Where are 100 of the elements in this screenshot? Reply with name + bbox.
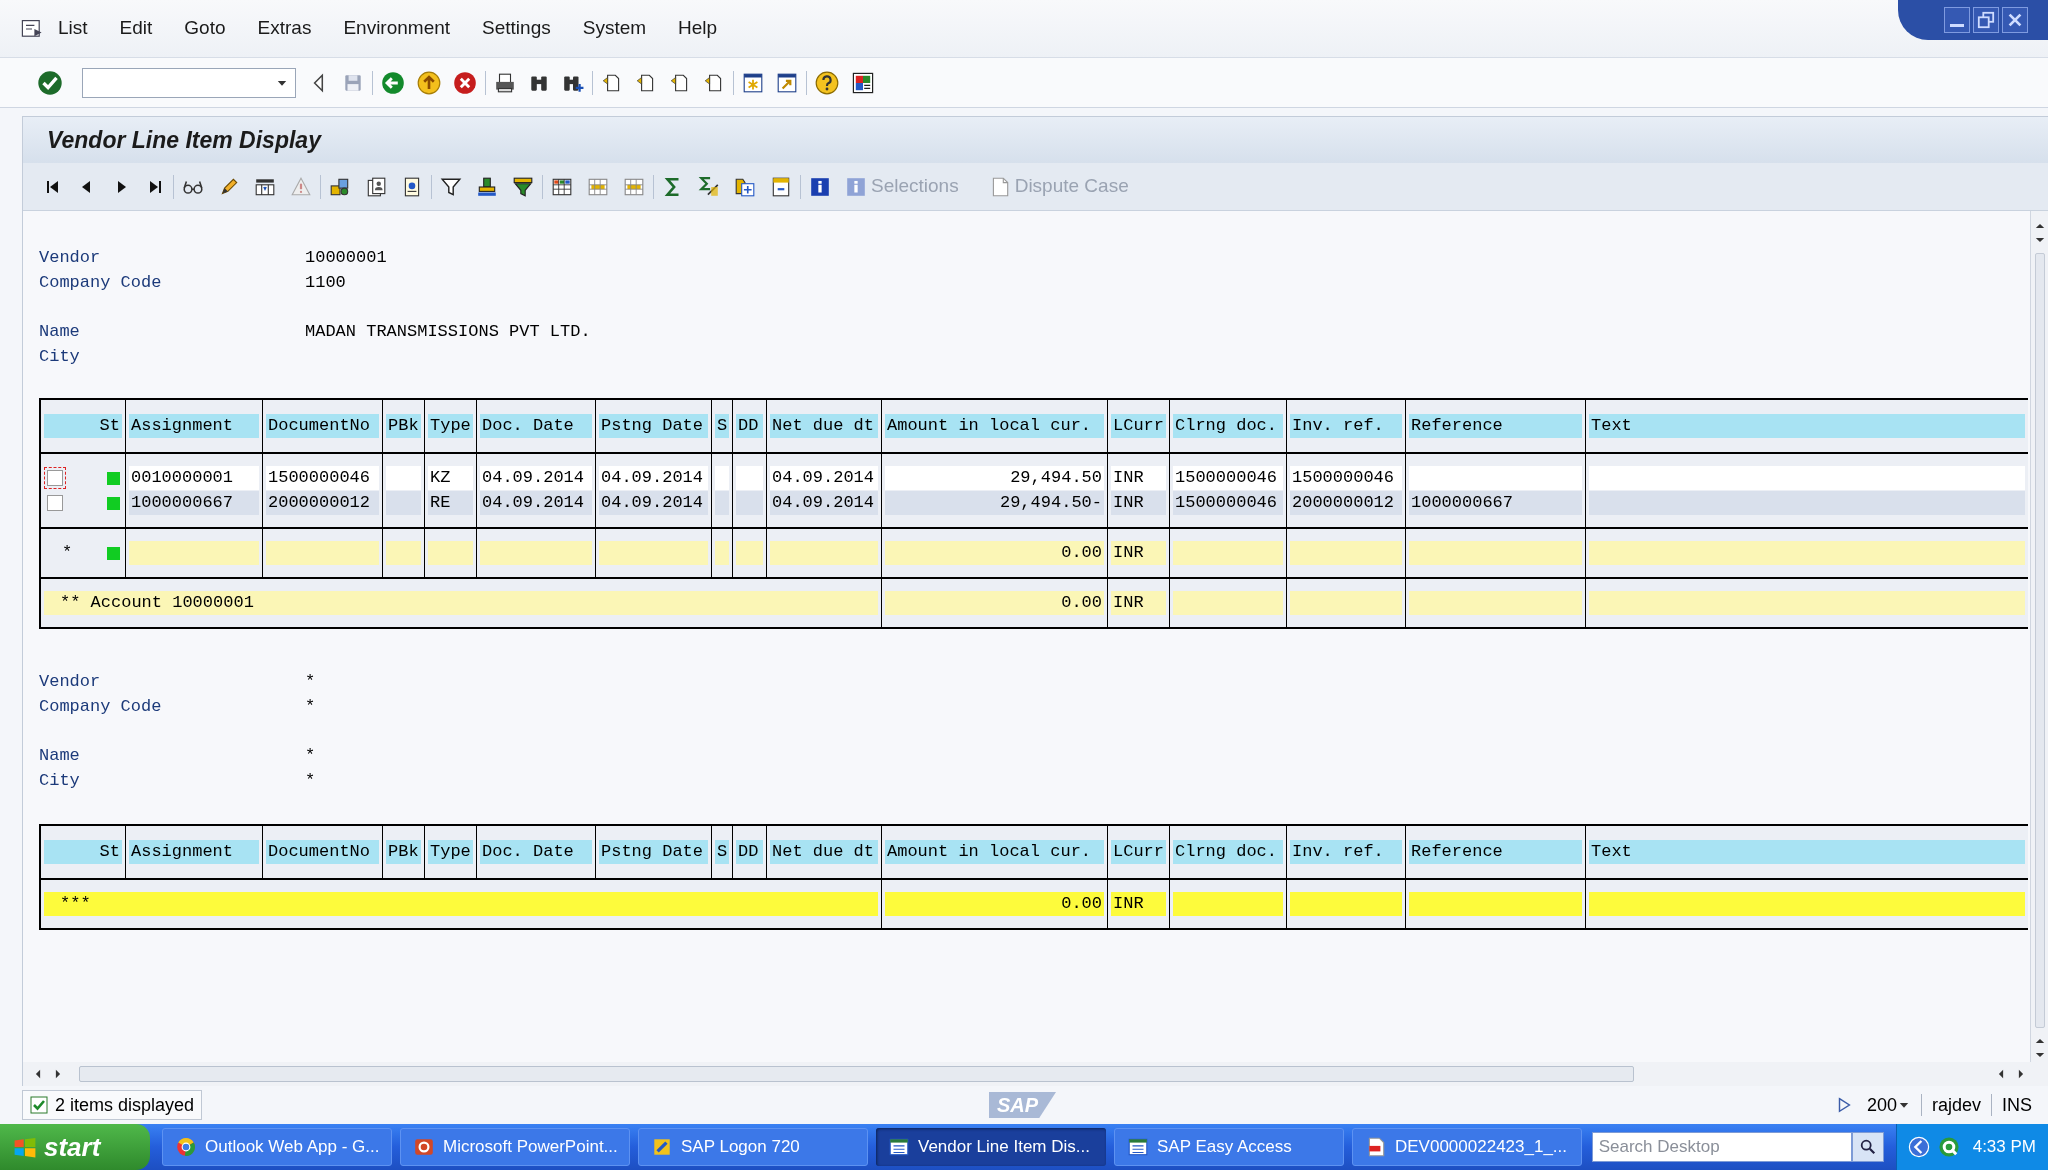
column-header[interactable]: Amount in local cur. [885,840,1104,864]
close-icon [2006,11,2024,29]
field-label: Vendor [39,246,102,269]
table-cell [386,466,421,490]
column-header[interactable]: Type [428,840,473,864]
column-header[interactable]: S [715,414,729,438]
field-label: Name [39,320,81,343]
menu-item[interactable]: Settings [482,14,551,43]
taskbar-button[interactable]: SAP Logon 720 [638,1128,868,1166]
column-header[interactable]: Doc. Date [480,414,592,438]
menu-item[interactable]: System [582,14,647,43]
documents-icon[interactable] [365,175,387,198]
column-header[interactable]: Pstng Date [599,414,708,438]
taskbar-button[interactable]: Vendor Line Item Dis... [876,1128,1106,1166]
column-header[interactable]: S [715,840,729,864]
taskbar-button[interactable]: SAP Easy Access [1114,1128,1344,1166]
column-header[interactable]: LCurr [1111,840,1166,864]
menu-item[interactable]: List [58,14,88,43]
collapse-icon[interactable] [770,175,792,198]
field-value: * [305,670,316,693]
printer-icon[interactable] [494,71,516,94]
column-header[interactable]: Clrng doc. [1173,414,1283,438]
window-icon[interactable] [776,71,798,94]
restore-button[interactable] [1973,7,1999,33]
screen-title: Vendor Line Item Display [47,125,321,155]
menu-item[interactable]: Help [678,14,718,43]
row-checkbox[interactable] [47,495,63,511]
column-header[interactable]: Assignment [129,414,259,438]
table-cell: INR [1111,541,1166,565]
help-icon[interactable] [815,70,839,95]
table-cell [386,541,421,565]
table-cell [715,466,729,490]
column-header[interactable]: DD [736,840,763,864]
session-number[interactable]: 200 [1866,1091,1897,1119]
funnel-icon[interactable] [512,175,534,198]
menu-item[interactable]: Goto [184,14,226,43]
field-value: * [305,769,316,792]
column-header[interactable]: Text [1589,414,2025,438]
column-header[interactable]: St [44,840,122,864]
taskbar-button[interactable]: Microsoft PowerPoint... [400,1128,630,1166]
column-header[interactable]: DD [736,414,763,438]
layout-icon[interactable] [851,70,875,95]
input-mode: INS [2002,1093,2032,1117]
table-cell [715,541,729,565]
subtotal-icon[interactable] [698,175,720,198]
cancel-icon[interactable] [453,70,477,95]
table-cell: 2000000012 [266,491,379,515]
table-cell: 0.00 [885,892,1104,916]
column-header[interactable]: Net due dt [770,840,878,864]
column-header[interactable]: Inv. ref. [1290,414,1402,438]
taskbar-button[interactable]: Outlook Web App - G... [162,1128,392,1166]
total-label: ** Account 10000001 [44,591,878,615]
close-button[interactable] [2002,7,2028,33]
column-header[interactable]: Reference [1409,414,1582,438]
column-header[interactable]: DocumentNo [266,414,379,438]
table-cell [736,466,763,490]
search-button[interactable] [1851,1132,1884,1162]
column-header[interactable]: LCurr [1111,414,1166,438]
column-header[interactable]: Net due dt [770,414,878,438]
column-header[interactable]: Inv. ref. [1290,840,1402,864]
column-header[interactable]: Doc. Date [480,840,592,864]
menu-item[interactable]: Edit [119,14,153,43]
table-cell: 0.00 [885,591,1104,615]
column-header[interactable]: PBk [386,840,421,864]
search-icon [1858,1138,1877,1156]
menu-item[interactable]: Extras [257,14,312,43]
table-cell [428,541,473,565]
table-cell: 1500000046 [1290,466,1402,490]
minimize-button[interactable] [1944,7,1970,33]
window-icon[interactable] [742,71,764,94]
info-icon[interactable] [809,175,831,198]
status-message: 2 items displayed [22,1090,202,1120]
field-value: 10000001 [305,246,387,269]
total-label: *** [44,892,878,916]
command-field[interactable] [82,67,296,98]
column-header[interactable]: DocumentNo [266,840,379,864]
check-icon[interactable] [37,69,63,96]
column-header[interactable]: St [44,414,122,438]
field-label: City [39,769,81,792]
horizontal-scrollbar[interactable] [23,1062,2048,1086]
stamp-icon[interactable] [476,175,498,198]
column-header[interactable]: Amount in local cur. [885,414,1104,438]
table-cell: 1000000667 [129,491,259,515]
window-icon [888,1136,910,1158]
field-label: City [39,345,81,368]
column-header[interactable]: Assignment [129,840,259,864]
column-header[interactable]: Clrng doc. [1173,840,1283,864]
column-header[interactable]: Reference [1409,840,1582,864]
success-check-icon [29,1095,49,1115]
taskbar-button[interactable]: DEV0000022423_1_... [1352,1128,1582,1166]
q-logo-icon[interactable] [1936,1135,1961,1159]
back-icon[interactable] [381,70,405,95]
column-header[interactable]: Text [1589,840,2025,864]
pencil-icon[interactable] [218,175,240,198]
vertical-scrollbar[interactable] [2030,211,2048,1062]
menu-item[interactable]: Environment [343,14,451,43]
table-cell: INR [1111,491,1166,515]
column-header[interactable]: PBk [386,414,421,438]
column-header[interactable]: Pstng Date [599,840,708,864]
column-header[interactable]: Type [428,414,473,438]
